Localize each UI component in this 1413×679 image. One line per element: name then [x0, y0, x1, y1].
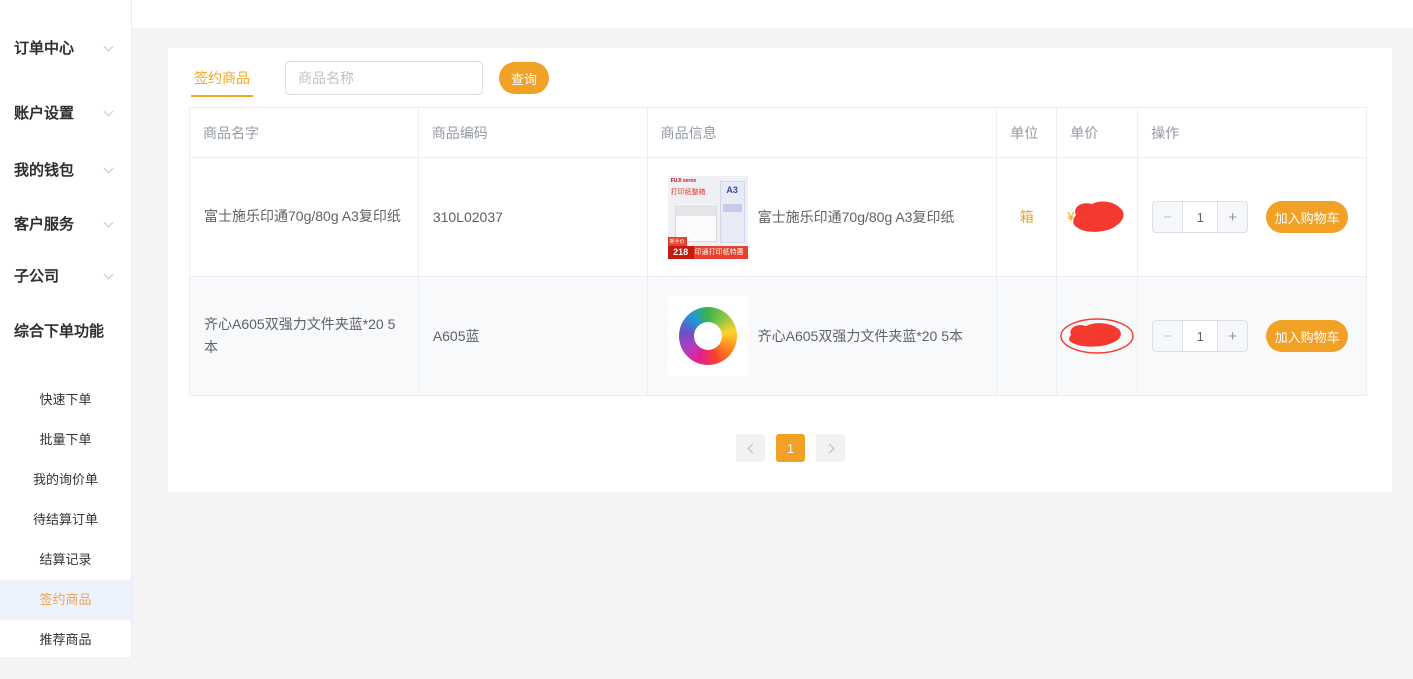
sidebar-item-settlement-records[interactable]: 结算记录	[0, 540, 131, 580]
product-info-text: 齐心A605双强力文件夹蓝*20 5本	[758, 326, 963, 346]
actions-cell: − 1 + 加入购物车	[1138, 277, 1367, 396]
quantity-value[interactable]: 1	[1183, 202, 1217, 232]
unit-cell: 箱	[997, 158, 1057, 277]
quantity-stepper: − 1 +	[1152, 320, 1248, 352]
quantity-decrease-button[interactable]: −	[1153, 321, 1183, 351]
sidebar-group-label: 账户设置	[14, 102, 74, 123]
quantity-stepper: − 1 +	[1152, 201, 1248, 233]
sidebar-group-account-settings[interactable]: 账户设置	[14, 102, 112, 123]
chevron-left-icon	[747, 443, 757, 453]
products-table: 商品名字 商品编码 商品信息 单位 单价 操作 富士施乐印通70g/80g A3…	[189, 107, 1367, 396]
quantity-increase-button[interactable]: +	[1217, 321, 1247, 351]
top-band	[0, 0, 1413, 28]
content-card: 签约商品 查询 商品名字 商品编码 商品信息 单位 单价 操作 富士施乐印通70…	[168, 48, 1392, 492]
unit-cell	[997, 277, 1057, 396]
image-price-badge: 218	[668, 246, 694, 259]
query-button[interactable]: 查询	[499, 62, 549, 94]
col-header-product-name: 商品名字	[190, 108, 419, 158]
product-image-fuji-xerox-paper: FUJI xerox 打印纸整箱 A3 新手价 印通打印纸特惠 218	[668, 176, 748, 259]
pagination-prev-button[interactable]	[736, 434, 765, 462]
add-to-cart-button[interactable]: 加入购物车	[1266, 320, 1348, 352]
col-header-product-info: 商品信息	[648, 108, 998, 158]
tab-contract-products[interactable]: 签约商品	[191, 64, 253, 97]
sidebar-group-customer-service[interactable]: 客户服务	[14, 213, 112, 234]
chevron-down-icon	[104, 42, 114, 52]
image-brand-text: FUJI xerox	[671, 178, 697, 184]
add-to-cart-button[interactable]: 加入购物车	[1266, 201, 1348, 233]
product-info-cell: FUJI xerox 打印纸整箱 A3 新手价 印通打印纸特惠 218 富士施乐…	[648, 158, 998, 277]
pagination-next-button[interactable]	[816, 434, 845, 462]
price-cell	[1057, 277, 1138, 396]
chevron-right-icon	[824, 443, 834, 453]
product-code-cell: 310L02037	[419, 158, 648, 277]
sidebar-group-label: 客户服务	[14, 213, 74, 234]
actions-cell: − 1 + 加入购物车	[1138, 158, 1367, 277]
sidebar: 订单中心 账户设置 我的钱包 客户服务 子公司 综合下单功能 快速下单 批量下单…	[0, 0, 132, 657]
price-cell: ¥	[1057, 158, 1138, 277]
sidebar-group-order-center[interactable]: 订单中心	[14, 37, 112, 58]
colorwheel-swirl	[679, 307, 737, 365]
search-input[interactable]	[285, 61, 483, 95]
sidebar-group-label: 综合下单功能	[14, 320, 104, 341]
sidebar-item-recommended-products[interactable]: 推荐商品	[0, 620, 131, 660]
image-a3-pack: A3	[720, 181, 745, 243]
table-row: 富士施乐印通70g/80g A3复印纸 310L02037 FUJI xerox…	[190, 158, 1367, 277]
table-row: 齐心A605双强力文件夹蓝*20 5本 A605蓝 齐心A605双强力文件夹蓝*…	[190, 277, 1367, 396]
col-header-actions: 操作	[1138, 108, 1367, 158]
price-redaction-scribble	[1067, 198, 1127, 236]
sidebar-item-contract-products[interactable]: 签约商品	[0, 580, 131, 620]
chevron-down-icon	[104, 164, 114, 174]
chevron-down-icon	[104, 270, 114, 280]
price-redaction-scribble	[1059, 313, 1135, 359]
col-header-unit-price: 单价	[1057, 108, 1138, 158]
product-image-colorwheel	[668, 296, 748, 376]
sidebar-item-batch-order[interactable]: 批量下单	[0, 420, 131, 460]
image-tag-text: 打印纸整箱	[671, 187, 706, 197]
pagination: 1	[736, 434, 845, 462]
col-header-unit: 单位	[997, 108, 1057, 158]
sidebar-group-label: 我的钱包	[14, 159, 74, 180]
sidebar-group-label: 子公司	[14, 265, 59, 286]
quantity-decrease-button[interactable]: −	[1153, 202, 1183, 232]
sidebar-item-my-inquiries[interactable]: 我的询价单	[0, 460, 131, 500]
product-code-cell: A605蓝	[419, 277, 648, 396]
sidebar-group-label: 订单中心	[14, 37, 74, 58]
product-info-cell: 齐心A605双强力文件夹蓝*20 5本	[648, 277, 998, 396]
sidebar-item-quick-order[interactable]: 快速下单	[0, 380, 131, 420]
image-corner-tag: 新手价	[668, 237, 687, 246]
quantity-increase-button[interactable]: +	[1217, 202, 1247, 232]
chevron-down-icon	[104, 107, 114, 117]
sidebar-group-subsidiary[interactable]: 子公司	[14, 265, 112, 286]
chevron-down-icon	[104, 218, 114, 228]
image-size-label: A3	[721, 185, 744, 195]
quantity-value[interactable]: 1	[1183, 321, 1217, 351]
sidebar-group-my-wallet[interactable]: 我的钱包	[14, 159, 112, 180]
col-header-product-code: 商品编码	[419, 108, 648, 158]
sidebar-group-combined-ordering[interactable]: 综合下单功能	[14, 320, 126, 341]
sidebar-item-pending-settlement[interactable]: 待结算订单	[0, 500, 131, 540]
table-header-row: 商品名字 商品编码 商品信息 单位 单价 操作	[190, 108, 1367, 158]
product-name-cell: 富士施乐印通70g/80g A3复印纸	[190, 158, 419, 277]
product-info-text: 富士施乐印通70g/80g A3复印纸	[758, 207, 955, 227]
pagination-page-1[interactable]: 1	[776, 434, 805, 462]
product-name-cell: 齐心A605双强力文件夹蓝*20 5本	[190, 277, 419, 396]
